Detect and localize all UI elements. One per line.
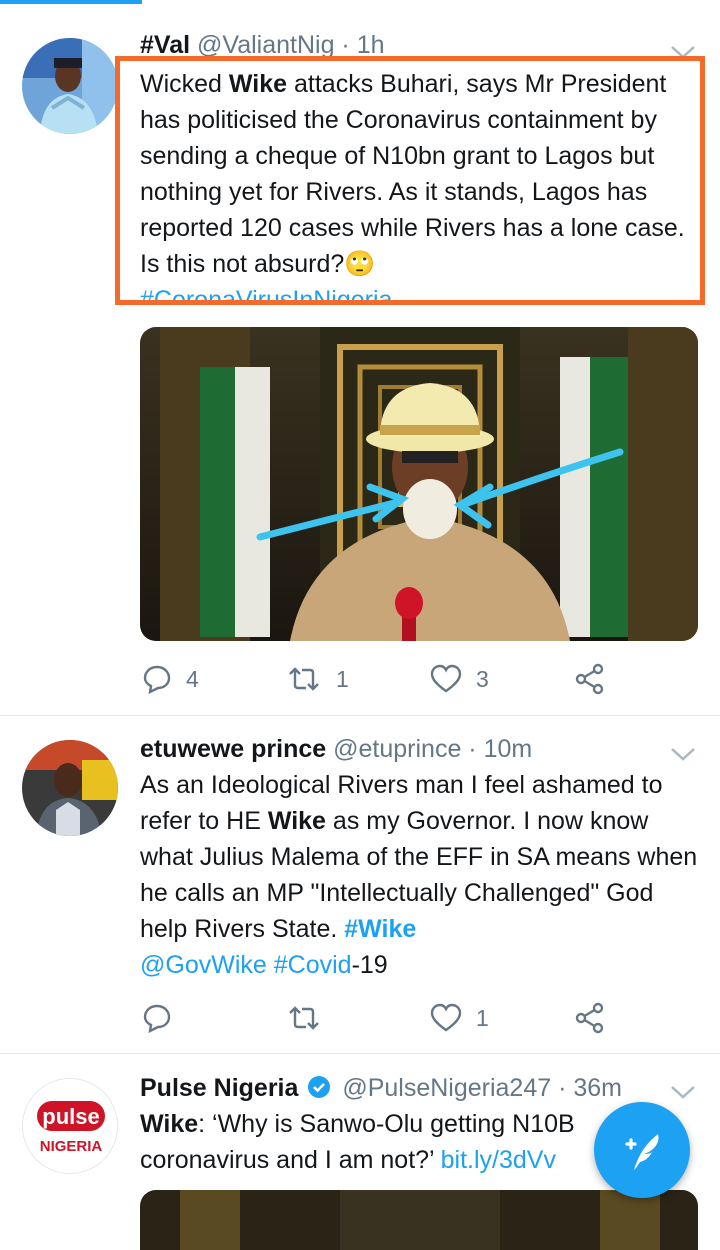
hashtag-link[interactable]: #Wike [344, 915, 416, 943]
compose-icon [625, 1134, 659, 1170]
retweet-icon [289, 667, 319, 691]
retweet-count: 1 [336, 665, 349, 692]
share-button[interactable] [574, 659, 606, 699]
share-button[interactable] [574, 998, 606, 1038]
handle-and-time: @etuprince · 10m [333, 735, 533, 763]
tweet-2[interactable]: etuwewe prince @etuprince · 10m As an Id… [0, 716, 720, 1053]
reply-icon [143, 665, 171, 694]
like-button[interactable]: 3 [430, 659, 489, 699]
avatar[interactable] [22, 38, 118, 134]
mention-link[interactable]: @GovWike [140, 951, 267, 979]
nigeria-logo-text: NIGERIA [40, 1138, 103, 1155]
compose-tweet-button[interactable] [594, 1102, 690, 1198]
handle-and-time: @PulseNigeria247 · 36m [342, 1074, 622, 1102]
like-icon [430, 1003, 462, 1032]
share-icon [575, 663, 604, 695]
tweet-text: Wike: ‘Why is Sanwo-Olu getting N10B cor… [140, 1110, 575, 1174]
avatar[interactable]: pulse NIGERIA [22, 1078, 118, 1174]
display-name[interactable]: #Val [140, 31, 190, 59]
handle-and-time: @ValiantNig · 1h [197, 31, 385, 59]
tweet-text: As an Ideological Rivers man I feel asha… [140, 771, 698, 979]
display-name[interactable]: etuwewe prince [140, 735, 326, 763]
like-button[interactable]: 1 [430, 998, 489, 1038]
reply-button[interactable] [142, 998, 172, 1038]
tweet-actions: 1 [140, 998, 610, 1038]
tweet-media-image[interactable] [140, 327, 698, 641]
url-link[interactable]: bit.ly/3dVv [441, 1146, 556, 1174]
tweet-1[interactable]: #Val @ValiantNig · 1h Wicked Wike attack… [0, 0, 720, 715]
like-count: 3 [476, 665, 489, 692]
like-icon [430, 664, 462, 693]
highlight-annotation-box [115, 56, 705, 305]
chevron-down-icon[interactable] [670, 746, 696, 762]
display-name[interactable]: Pulse Nigeria [140, 1074, 298, 1102]
tweet-header: etuwewe prince @etuprince · 10m [140, 734, 532, 764]
avatar[interactable] [22, 740, 118, 836]
retweet-button[interactable] [286, 998, 322, 1038]
tweet-actions: 4 1 3 [140, 659, 610, 699]
pulse-logo-text: pulse [42, 1104, 99, 1129]
tweet-header: Pulse Nigeria @PulseNigeria247 · 36m [140, 1073, 622, 1103]
share-icon [575, 1002, 604, 1034]
like-count: 1 [476, 1004, 489, 1031]
reply-button[interactable]: 4 [142, 659, 199, 699]
retweet-button[interactable]: 1 [286, 659, 349, 699]
reply-icon [143, 1004, 171, 1033]
chevron-down-icon[interactable] [670, 1084, 696, 1100]
retweet-icon [289, 1006, 319, 1030]
tweet-media-image[interactable] [140, 1190, 698, 1250]
verified-badge-icon [308, 1076, 331, 1098]
hashtag-link[interactable]: #Covid [274, 951, 352, 979]
reply-count: 4 [186, 665, 199, 692]
